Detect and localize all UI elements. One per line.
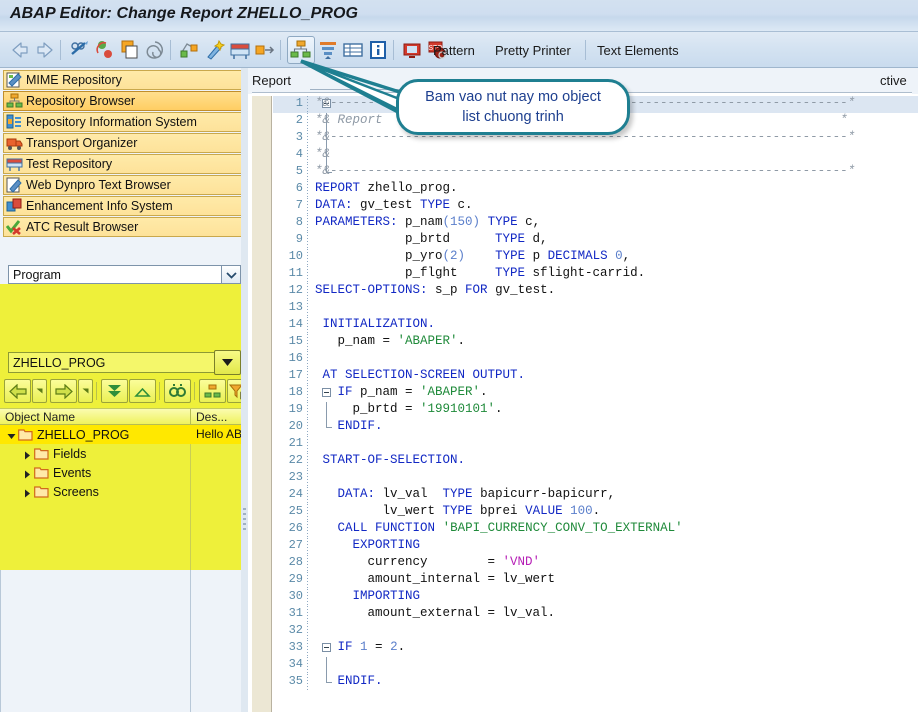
abap-editor-window: ABAP Editor: Change Report ZHELLO_PROG S…	[0, 0, 918, 712]
callout-tooltip: Bam vao nut nay mo object list chuong tr…	[396, 79, 630, 135]
callout-line-2: list chuong trinh	[462, 109, 564, 125]
callout-line-1: Bam vao nut nay mo object	[425, 89, 601, 105]
callout-text: Bam vao nut nay mo object list chuong tr…	[417, 87, 609, 127]
